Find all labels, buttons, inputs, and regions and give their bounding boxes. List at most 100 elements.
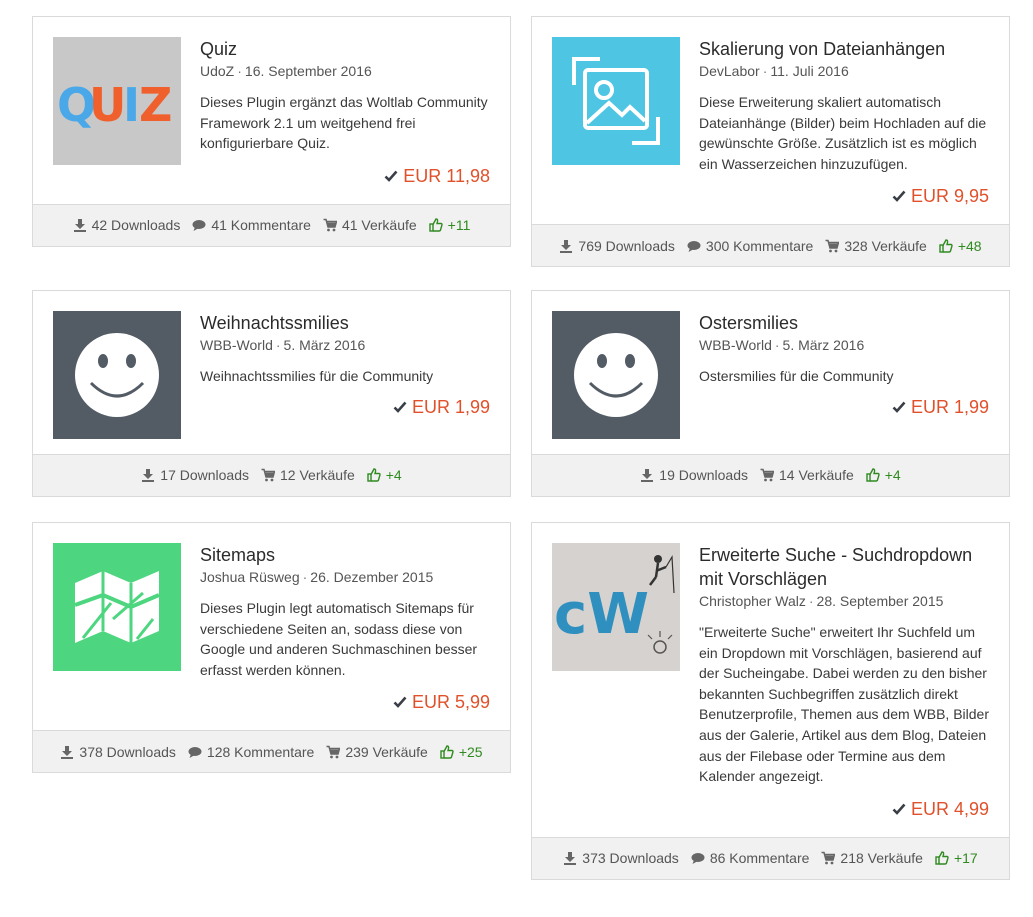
product-meta: UdoZ · 16. September 2016 — [200, 63, 372, 79]
price-value: EUR 1,99 — [910, 396, 989, 417]
comment-icon — [192, 218, 206, 232]
price: EUR 11,98 — [200, 164, 490, 188]
quiz-logo-image[interactable]: Q U I Z — [53, 37, 181, 165]
product-meta: WBB-World · 5. März 2016 — [699, 337, 865, 353]
thumbs-up-icon — [440, 745, 454, 759]
cw-logo-image[interactable]: cW — [552, 543, 680, 671]
publish-date: 5. März 2016 — [283, 337, 366, 353]
cart-icon — [821, 851, 836, 865]
svg-text:cW: cW — [554, 582, 649, 647]
price-value: EUR 9,95 — [910, 186, 989, 207]
product-meta: DevLabor · 11. Juli 2016 — [699, 63, 849, 79]
cart-icon — [323, 218, 337, 232]
cart-icon — [825, 239, 840, 253]
author-link[interactable]: Joshua Rüsweg — [200, 569, 300, 585]
comment-icon — [188, 745, 202, 759]
price: EUR 4,99 — [699, 797, 989, 821]
likes-stat: +25 — [440, 744, 483, 760]
downloads-stat: 769 Downloads — [559, 238, 675, 254]
product-title[interactable]: Sitemaps — [200, 543, 490, 567]
product-title[interactable]: Quiz — [200, 37, 490, 61]
likes-stat: +4 — [367, 467, 402, 483]
check-icon — [892, 400, 906, 414]
publish-date: 26. Dezember 2015 — [310, 569, 434, 585]
publish-date: 16. September 2016 — [244, 63, 372, 79]
sales-stat: 41 Verkäufe — [323, 217, 417, 233]
product-card-ostersmilies[interactable]: Ostersmilies WBB-World · 5. März 2016 Oste… — [531, 290, 1010, 497]
likes-stat: +11 — [428, 217, 470, 233]
comment-icon — [691, 851, 705, 865]
downloads-stat: 378 Downloads — [60, 744, 176, 760]
card-stats: 19 Downloads 14 Verkäufe +4 — [532, 453, 1009, 496]
author-link[interactable]: DevLabor — [699, 63, 760, 79]
smiley-icon[interactable] — [53, 311, 181, 439]
author-link[interactable]: Christopher Walz — [699, 593, 806, 609]
sales-stat: 14 Verkäufe — [760, 467, 854, 483]
cart-icon — [261, 468, 276, 482]
card-stats: 769 Downloads 300 Kommentare 328 Verkäuf… — [532, 224, 1009, 267]
sales-stat: 328 Verkäufe — [825, 238, 927, 254]
price: EUR 1,99 — [200, 395, 490, 419]
comments-stat: 128 Kommentare — [188, 744, 314, 760]
price: EUR 9,95 — [699, 184, 989, 208]
author-link[interactable]: UdoZ — [200, 63, 234, 79]
download-icon — [559, 239, 573, 253]
product-title[interactable]: Weihnachtssmilies — [200, 311, 490, 335]
cart-icon — [760, 468, 775, 482]
comments-stat: 300 Kommentare — [687, 238, 813, 254]
product-title[interactable]: Erweiterte Suche - Suchdropdown mit Vors… — [699, 543, 989, 591]
image-scale-icon[interactable] — [552, 37, 680, 165]
card-stats: 42 Downloads 41 Kommentare 41 Verkäufe +… — [33, 203, 510, 246]
sales-stat: 12 Verkäufe — [261, 467, 355, 483]
product-card-sitemaps[interactable]: Sitemaps Joshua Rüsweg · 26. Dezember 2015… — [32, 522, 511, 774]
svg-text:U: U — [89, 78, 126, 132]
download-icon — [640, 468, 654, 483]
downloads-stat: 17 Downloads — [141, 467, 249, 483]
product-description: "Erweiterte Suche" erweitert Ihr Suchfel… — [699, 624, 989, 785]
price: EUR 5,99 — [200, 690, 490, 714]
thumbs-up-icon — [939, 239, 953, 253]
smiley-icon[interactable] — [552, 311, 680, 439]
product-meta: Christopher Walz · 28. September 2015 — [699, 593, 944, 609]
thumbs-up-icon — [935, 851, 949, 865]
comment-icon — [687, 239, 701, 253]
publish-date: 28. September 2015 — [816, 593, 944, 609]
download-icon — [141, 468, 155, 483]
thumbs-up-icon — [428, 218, 443, 232]
author-link[interactable]: WBB-World — [699, 337, 772, 353]
product-description: Diese Erweiterung skaliert automatisch D… — [699, 94, 987, 172]
product-card-weihnachtssmilies[interactable]: Weihnachtssmilies WBB-World · 5. März 2016… — [32, 290, 511, 497]
product-title[interactable]: Ostersmilies — [699, 311, 989, 335]
price-value: EUR 1,99 — [411, 396, 490, 417]
downloads-stat: 373 Downloads — [563, 850, 679, 866]
download-icon — [563, 851, 577, 866]
product-card-skalierung[interactable]: Skalierung von Dateianhängen DevLabor · 11… — [531, 16, 1010, 268]
card-stats: 378 Downloads 128 Kommentare 239 Verkäuf… — [33, 730, 510, 773]
price: EUR 1,99 — [699, 395, 989, 419]
download-icon — [60, 745, 74, 759]
product-description: Weihnachtssmilies für die Community — [200, 368, 434, 384]
map-icon[interactable] — [53, 543, 181, 671]
thumbs-up-icon — [866, 468, 880, 482]
check-icon — [384, 169, 398, 183]
comments-stat: 86 Kommentare — [691, 850, 809, 866]
author-link[interactable]: WBB-World — [200, 337, 273, 353]
downloads-stat: 19 Downloads — [640, 467, 748, 483]
sales-stat: 218 Verkäufe — [821, 850, 923, 866]
thumbs-up-icon — [367, 468, 381, 482]
check-icon — [393, 400, 407, 414]
price-value: EUR 4,99 — [910, 798, 989, 819]
downloads-stat: 42 Downloads — [73, 217, 180, 233]
price-value: EUR 5,99 — [411, 692, 490, 713]
likes-stat: +17 — [935, 850, 978, 866]
price-value: EUR 11,98 — [403, 165, 490, 186]
check-icon — [892, 189, 906, 203]
card-stats: 373 Downloads 86 Kommentare 218 Verkäufe… — [532, 836, 1009, 879]
cart-icon — [326, 745, 341, 759]
product-card-erweiterte-suche[interactable]: cW Erweiterte Suche - Suchdropdown mit V… — [531, 522, 1010, 880]
check-icon — [393, 695, 407, 709]
sales-stat: 239 Verkäufe — [326, 744, 428, 760]
download-icon — [73, 218, 87, 233]
product-card-quiz[interactable]: Q U I Z Quiz UdoZ · 16. September 2016 Die… — [32, 16, 511, 247]
product-title[interactable]: Skalierung von Dateianhängen — [699, 37, 989, 61]
